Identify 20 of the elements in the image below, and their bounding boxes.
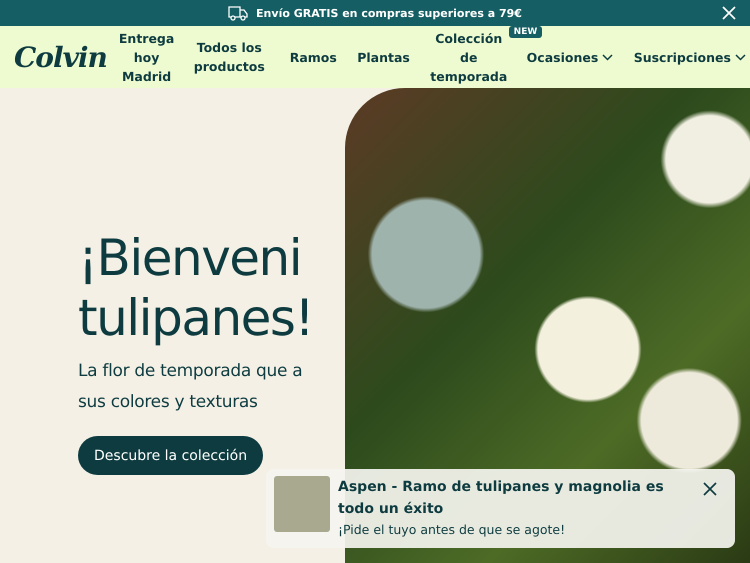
hero-title: ¡Bienveni tulipanes! (78, 228, 313, 348)
close-button[interactable] (703, 482, 717, 496)
chevron-down-icon (602, 54, 614, 60)
toast-title: Aspen - Ramo de tulipanes y magnolia es todo un éxito (338, 478, 665, 519)
nav-link[interactable]: Todos los productos (185, 38, 274, 76)
new-badge: NEW (508, 26, 542, 38)
hero-subtitle: La flor de temporada que a sus colores y texturas (78, 360, 304, 414)
photo-placeholder (274, 476, 330, 532)
truck-icon (228, 5, 248, 21)
cta-button[interactable]: Descubre la colección (78, 436, 264, 475)
chevron-down-icon (734, 54, 746, 60)
toast-message: ¡Pide el tuyo antes de que se agote! (338, 522, 566, 537)
logo[interactable]: Colvin (14, 40, 107, 74)
nav-link[interactable]: Entrega hoy Madrid (114, 28, 173, 86)
nav-dropdown[interactable]: Ocasiones (522, 48, 618, 66)
nav-link[interactable]: Colección de temporada (426, 28, 510, 86)
nav-link[interactable]: Plantas (353, 48, 414, 66)
nav-dropdown[interactable]: Suscripciones (630, 48, 750, 66)
announcement-text: Envío GRATIS en compras superiores a 79€ (256, 6, 522, 20)
nav-link[interactable]: Ramos (286, 48, 341, 66)
